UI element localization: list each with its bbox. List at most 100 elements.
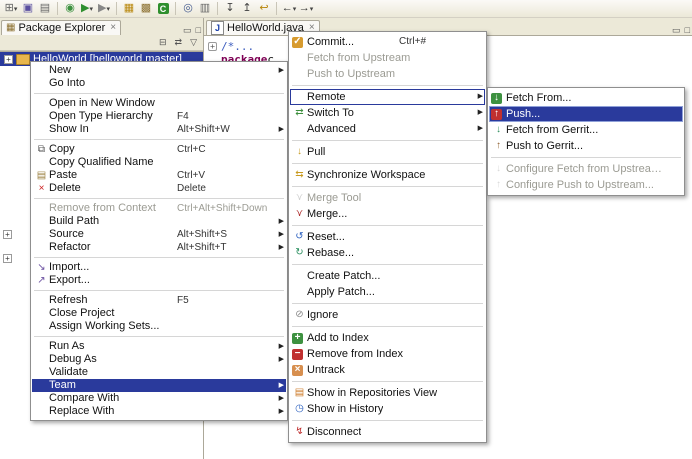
collapse-all-icon[interactable]: ⊟ — [157, 38, 169, 47]
menu-item-remote[interactable]: Remote ▶ — [290, 89, 485, 105]
menu-item-synchronize-workspace[interactable]: ⇆ Synchronize Workspace — [290, 167, 485, 183]
menu-item-add-to-index[interactable]: + Add to Index — [290, 330, 485, 346]
menu-item-refactor[interactable]: Refactor Alt+Shift+T ▶ — [32, 241, 286, 254]
menu-item-open-in-new-window[interactable]: Open in New Window — [32, 97, 286, 110]
menu-item-run-as[interactable]: Run As ▶ — [32, 340, 286, 353]
menu-item-close-project[interactable]: Close Project — [32, 307, 286, 320]
menu-item-commit[interactable]: ✓ Commit... Ctrl+# — [290, 34, 485, 50]
menu-item-validate[interactable]: Validate — [32, 366, 286, 379]
new-wizard-icon[interactable]: ⊞ ▾ — [3, 1, 19, 16]
menu-item-show-in-repositories-view[interactable]: ▤ Show in Repositories View — [290, 385, 485, 401]
menu-item-compare-with[interactable]: Compare With ▶ — [32, 392, 286, 405]
menu-item-untrack[interactable]: × Untrack — [290, 362, 485, 378]
menu-item-pull[interactable]: ↓ Pull — [290, 144, 485, 160]
expander-icon[interactable]: + — [3, 254, 12, 263]
new-package-icon[interactable]: ▩ — [138, 1, 154, 16]
dropdown-caret-icon[interactable]: ▾ — [106, 5, 110, 13]
menu-item-debug-as[interactable]: Debug As ▶ — [32, 353, 286, 366]
new-java-project-icon[interactable]: ▦ — [121, 1, 137, 16]
menu-item-replace-with[interactable]: Replace With ▶ — [32, 405, 286, 418]
new-class-icon[interactable]: C — [155, 1, 171, 16]
menu-item-paste[interactable]: ▤ Paste Ctrl+V — [32, 169, 286, 182]
search-glyph: ◎ — [183, 2, 193, 14]
menu-item-configure-push-to-upstream[interactable]: ↑ Configure Push to Upstream... — [489, 177, 683, 193]
gerrit-fetch-icon: ↓ — [496, 124, 501, 135]
tasks-icon[interactable]: ▥ — [197, 1, 213, 16]
expander-icon[interactable]: + — [4, 54, 13, 64]
tab-package-explorer[interactable]: ▦ Package Explorer × — [1, 20, 122, 35]
dropdown-caret-icon[interactable]: ▾ — [14, 5, 18, 13]
menu-item-show-in[interactable]: Show In Alt+Shift+W ▶ — [32, 123, 286, 136]
dropdown-caret-icon[interactable]: ▾ — [293, 5, 297, 13]
menu-item-source[interactable]: Source Alt+Shift+S ▶ — [32, 228, 286, 241]
menu-item-merge-tool[interactable]: ⋎ Merge Tool — [290, 190, 485, 206]
package-explorer-icon: ▦ — [6, 22, 16, 33]
next-annotation-icon[interactable]: ↧ — [222, 1, 238, 16]
menu-item-copy-qualified-name[interactable]: Copy Qualified Name — [32, 156, 286, 169]
menu-item-label: Synchronize Workspace — [307, 169, 426, 181]
debug-icon[interactable]: ◉ — [62, 1, 78, 16]
close-icon[interactable]: × — [110, 23, 116, 33]
menu-item-push-to-gerrit[interactable]: ↑ Push to Gerrit... — [489, 138, 683, 154]
menu-item-shortcut: Alt+Shift+S — [177, 229, 228, 240]
menu-item-reset[interactable]: ↺ Reset... — [290, 229, 485, 245]
menu-item-remove-from-index[interactable]: − Remove from Index — [290, 346, 485, 362]
menu-separator — [292, 264, 483, 265]
maximize-icon[interactable]: □ — [683, 26, 692, 35]
external-tools-icon[interactable]: ▶ ▾ — [96, 1, 112, 16]
view-menu-icon[interactable]: ▽ — [188, 38, 199, 47]
menu-item-rebase[interactable]: ↻ Rebase... — [290, 245, 485, 261]
menu-item-fetch-from-gerrit[interactable]: ↓ Fetch from Gerrit... — [489, 122, 683, 138]
last-edit-location-icon[interactable]: ↩ — [256, 1, 272, 16]
menu-item-disconnect[interactable]: ↯ Disconnect — [290, 424, 485, 440]
menu-item-refresh[interactable]: Refresh F5 — [32, 294, 286, 307]
menu-item-import[interactable]: ↘ Import... — [32, 261, 286, 274]
menu-item-create-patch[interactable]: Create Patch... — [290, 268, 485, 284]
minimize-icon[interactable]: ▭ — [670, 26, 683, 35]
search-icon[interactable]: ◎ — [180, 1, 196, 16]
menu-item-new[interactable]: New ▶ — [32, 64, 286, 77]
dropdown-caret-icon[interactable]: ▾ — [310, 5, 314, 13]
menu-item-remove-from-context[interactable]: Remove from Context Ctrl+Alt+Shift+Down — [32, 202, 286, 215]
menu-item-ignore[interactable]: ⊘ Ignore — [290, 307, 485, 323]
submenu-arrow-icon: ▶ — [278, 395, 284, 402]
previous-annotation-glyph: ↥ — [242, 2, 252, 14]
menu-item-show-in-history[interactable]: ◷ Show in History — [290, 401, 485, 417]
menu-item-label: Build Path — [49, 215, 100, 227]
previous-annotation-icon[interactable]: ↥ — [239, 1, 255, 16]
link-with-editor-icon[interactable]: ⇄ — [173, 38, 185, 47]
menu-item-configure-fetch-from-upstream[interactable]: ↓ Configure Fetch from Upstream... — [489, 161, 683, 177]
print-icon[interactable]: ▤ — [37, 1, 53, 16]
menu-item-open-type-hierarchy[interactable]: Open Type Hierarchy F4 — [32, 110, 286, 123]
mergetool-icon: ⋎ — [295, 192, 304, 203]
fold-icon[interactable]: + — [208, 42, 217, 51]
maximize-icon[interactable]: □ — [194, 26, 203, 35]
menu-item-team[interactable]: Team ▶ — [32, 379, 286, 392]
menu-item-advanced[interactable]: Advanced ▶ — [290, 121, 485, 137]
menu-item-push-to-upstream[interactable]: Push to Upstream — [290, 66, 485, 82]
menu-item-switch-to[interactable]: ⇄ Switch To ▶ — [290, 105, 485, 121]
menu-item-export[interactable]: ↗ Export... — [32, 274, 286, 287]
menu-item-push[interactable]: ↑ Push... — [489, 106, 683, 122]
save-glyph: ▣ — [22, 2, 34, 14]
dropdown-caret-icon[interactable]: ▾ — [89, 5, 93, 13]
back-icon[interactable]: ← ▾ — [281, 1, 297, 16]
menu-item-build-path[interactable]: Build Path ▶ — [32, 215, 286, 228]
menu-item-go-into[interactable]: Go Into — [32, 77, 286, 90]
menu-item-apply-patch[interactable]: Apply Patch... — [290, 284, 485, 300]
menu-item-assign-working-sets[interactable]: Assign Working Sets... — [32, 320, 286, 333]
expander-icon[interactable]: + — [3, 230, 12, 239]
menu-item-fetch-from[interactable]: ↓ Fetch From... — [489, 90, 683, 106]
save-icon[interactable]: ▣ — [20, 1, 36, 16]
menu-item-merge[interactable]: ⋎ Merge... — [290, 206, 485, 222]
tasks-glyph: ▥ — [199, 2, 211, 14]
menu-item-fetch-from-upstream[interactable]: Fetch from Upstream — [290, 50, 485, 66]
menu-item-copy[interactable]: ⧉ Copy Ctrl+C — [32, 143, 286, 156]
forward-icon[interactable]: → ▾ — [298, 1, 314, 16]
submenu-arrow-icon: ▶ — [278, 343, 284, 350]
next-annotation-glyph: ↧ — [225, 2, 235, 14]
menu-item-label: Push... — [506, 108, 541, 120]
minimize-icon[interactable]: ▭ — [181, 26, 194, 35]
run-icon[interactable]: ▶ ▾ — [79, 1, 95, 16]
menu-item-delete[interactable]: × Delete Delete — [32, 182, 286, 195]
